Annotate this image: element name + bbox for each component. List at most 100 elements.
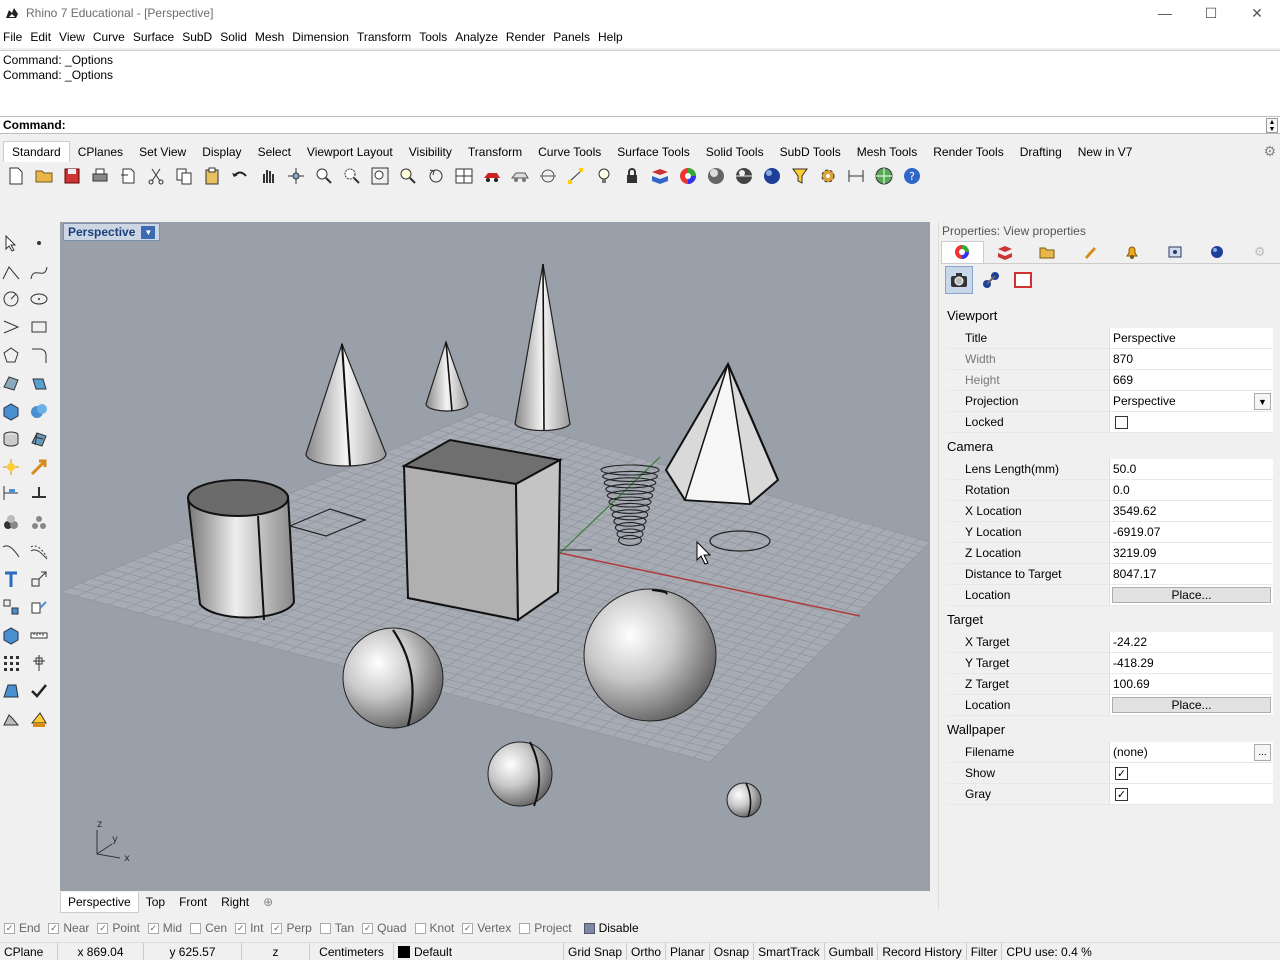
extrude-surface-icon[interactable] (28, 372, 50, 394)
rendering-tab-icon[interactable] (1069, 241, 1111, 263)
points-on-icon[interactable] (565, 165, 587, 187)
projection-select[interactable]: Perspective ▼ (1109, 391, 1273, 411)
menu-analyze[interactable]: Analyze (455, 30, 505, 44)
arc-icon[interactable] (0, 316, 22, 338)
rotate-view-icon[interactable] (285, 165, 307, 187)
mesh-icon[interactable] (28, 428, 50, 450)
z-target-field[interactable]: 100.69 (1109, 674, 1273, 694)
notifications-bell-icon[interactable] (1111, 241, 1153, 263)
menu-subd[interactable]: SubD (182, 30, 219, 44)
select-arrow-icon[interactable] (0, 232, 22, 254)
viewport-tab-front[interactable]: Front (172, 892, 214, 912)
status-record-history[interactable]: Record History (878, 942, 967, 960)
status-filter[interactable]: Filter (967, 942, 1003, 960)
camera-subtab-icon[interactable] (945, 266, 973, 294)
import-icon[interactable] (117, 165, 139, 187)
menu-panels[interactable]: Panels (553, 30, 597, 44)
material-sphere-icon[interactable] (761, 165, 783, 187)
osnap-checkbox[interactable]: ✓ (235, 922, 247, 934)
filter-icon[interactable] (789, 165, 811, 187)
transform-icon[interactable] (28, 596, 50, 618)
osnap-checkbox[interactable]: ✓ (48, 922, 60, 934)
layer-tab-icon[interactable] (984, 241, 1026, 263)
offset-curve-icon[interactable] (28, 540, 50, 562)
display-subtab-icon[interactable] (977, 266, 1005, 294)
viewport-tab-perspective[interactable]: Perspective (60, 891, 139, 913)
close-button[interactable]: ✕ (1234, 0, 1280, 26)
options-gear-icon[interactable] (817, 165, 839, 187)
toolbar-settings-gear-icon[interactable]: ⚙ (1263, 143, 1276, 160)
menu-surface[interactable]: Surface (133, 30, 181, 44)
tab-viewport-layout[interactable]: Viewport Layout (299, 142, 401, 162)
osnap-vertex[interactable]: ✓ Vertex (462, 921, 511, 935)
y-location-field[interactable]: -6919.07 (1109, 522, 1273, 542)
lights-icon[interactable] (0, 456, 22, 478)
target-place-button[interactable]: Place... (1112, 697, 1271, 713)
status-gumball[interactable]: Gumball (825, 942, 879, 960)
locked-checkbox[interactable] (1115, 415, 1128, 429)
ruler-icon[interactable] (28, 624, 50, 646)
explode-icon[interactable] (28, 512, 50, 534)
tab-surface-tools[interactable]: Surface Tools (609, 142, 698, 162)
polygon-icon[interactable] (0, 344, 22, 366)
menu-curve[interactable]: Curve (93, 30, 132, 44)
camera-place-button[interactable]: Place... (1112, 587, 1271, 603)
tab-subd-tools[interactable]: SubD Tools (772, 142, 849, 162)
command-line[interactable]: Command: ▲ ▼ (0, 116, 1280, 134)
osnap-mid[interactable]: ✓ Mid (147, 921, 182, 935)
tab-visibility[interactable]: Visibility (401, 142, 460, 162)
files-tab-icon[interactable] (1026, 241, 1068, 263)
menu-solid[interactable]: Solid (220, 30, 254, 44)
rotation-field[interactable]: 0.0 (1109, 480, 1273, 500)
chevron-down-icon[interactable]: ▼ (1254, 393, 1271, 410)
osnap-checkbox[interactable]: ✓ (4, 922, 15, 934)
osnap-checkbox[interactable] (519, 922, 531, 934)
scale-icon[interactable] (28, 568, 50, 590)
osnap-checkbox[interactable]: ✓ (271, 922, 283, 934)
move-arrow-icon[interactable] (28, 456, 50, 478)
command-scroll-spinner[interactable]: ▲ ▼ (1266, 118, 1278, 133)
render-car-icon[interactable] (481, 165, 503, 187)
tab-curve-tools[interactable]: Curve Tools (530, 142, 609, 162)
undo-icon[interactable] (229, 165, 251, 187)
menu-render[interactable]: Render (506, 30, 552, 44)
menu-help[interactable]: Help (598, 30, 630, 44)
status-osnap[interactable]: Osnap (710, 942, 755, 960)
status-planar[interactable]: Planar (666, 942, 710, 960)
lights-bulb-icon[interactable] (593, 165, 615, 187)
menu-tools[interactable]: Tools (419, 30, 454, 44)
command-history[interactable]: Command: _Options Command: _Options (0, 50, 1280, 116)
lens-length-field[interactable]: 50.0 (1109, 459, 1273, 479)
osnap-project[interactable]: Project (519, 921, 572, 935)
status-ortho[interactable]: Ortho (627, 942, 667, 960)
perspective-viewport[interactable]: z y x Perspective ▼ (60, 222, 930, 891)
display-mode-icon[interactable] (509, 165, 531, 187)
rectangle-icon[interactable] (28, 316, 50, 338)
cut-icon[interactable] (145, 165, 167, 187)
tab-new-in-v7[interactable]: New in V7 (1070, 142, 1141, 162)
tab-drafting[interactable]: Drafting (1012, 142, 1070, 162)
ellipse-icon[interactable] (28, 288, 50, 310)
menu-dimension[interactable]: Dimension (292, 30, 356, 44)
circle-icon[interactable] (0, 288, 22, 310)
tab-select[interactable]: Select (250, 142, 299, 162)
polyline-icon[interactable] (0, 262, 22, 284)
osnap-perp[interactable]: ✓ Perp (271, 921, 312, 935)
help-icon[interactable]: ? (901, 165, 923, 187)
array-icon[interactable] (0, 596, 22, 618)
boolean-union-icon[interactable] (28, 400, 50, 422)
text-tool-icon[interactable] (0, 568, 22, 590)
panel-options-gear-icon[interactable]: ⚙ (1238, 241, 1280, 263)
osnap-quad[interactable]: ✓ Quad (362, 921, 407, 935)
box-solid-icon[interactable] (0, 400, 22, 422)
save-icon[interactable] (61, 165, 83, 187)
menu-file[interactable]: File (3, 30, 29, 44)
dimension-icon[interactable] (845, 165, 867, 187)
osnap-checkbox[interactable] (190, 922, 202, 934)
title-field[interactable]: Perspective (1109, 328, 1273, 348)
tab-set-view[interactable]: Set View (131, 142, 194, 162)
osnap-tan[interactable]: Tan (319, 921, 354, 935)
z-location-field[interactable]: 3219.09 (1109, 543, 1273, 563)
cylinder-solid-icon[interactable] (0, 428, 22, 450)
viewport-title[interactable]: Perspective ▼ (63, 223, 161, 241)
